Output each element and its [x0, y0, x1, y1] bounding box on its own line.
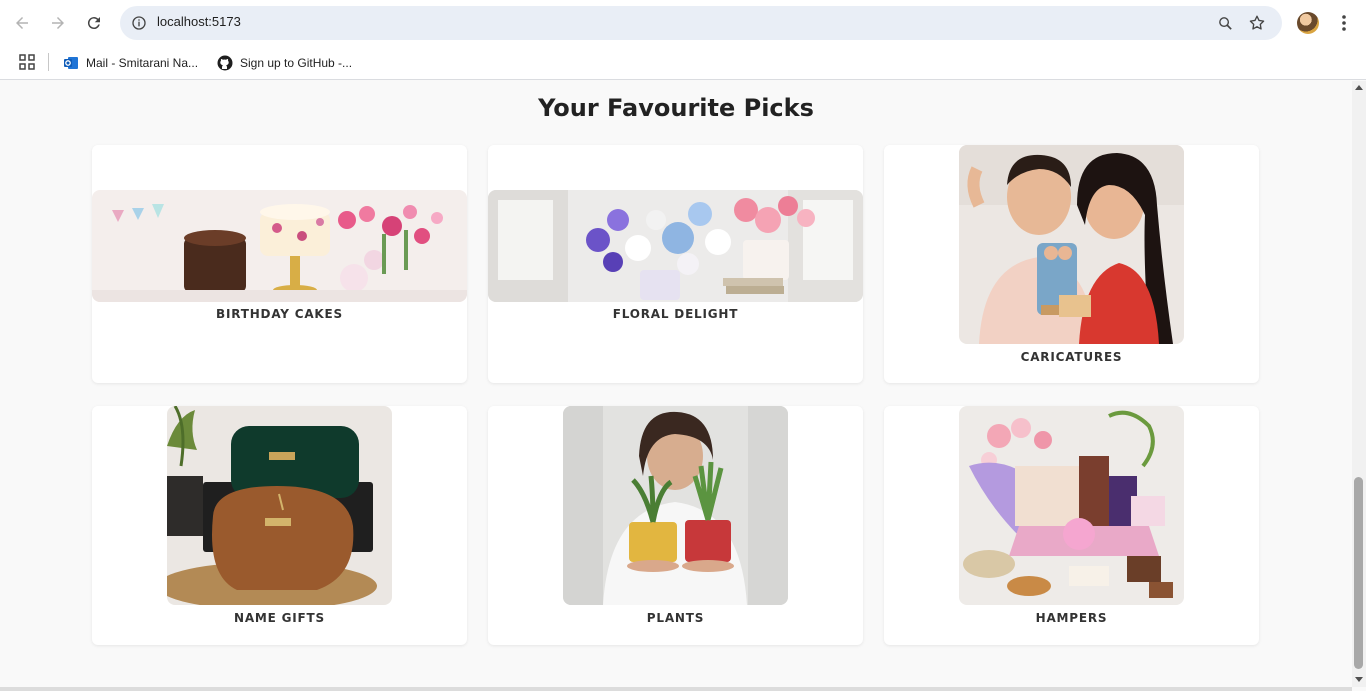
category-label[interactable]: CARICATURES: [884, 350, 1259, 364]
plants-image: [563, 406, 788, 605]
bookmark-mail[interactable]: Mail - Smitarani Na...: [63, 51, 198, 75]
back-button[interactable]: [9, 10, 35, 36]
category-label[interactable]: FLORAL DELIGHT: [488, 307, 863, 321]
category-label[interactable]: BIRTHDAY CAKES: [92, 307, 467, 321]
scroll-down-arrow-icon[interactable]: [1355, 677, 1363, 682]
profile-avatar[interactable]: [1297, 12, 1319, 34]
outlook-icon: [63, 55, 79, 71]
category-card-floral-delight[interactable]: FLORAL DELIGHT: [488, 145, 863, 383]
browser-menu-icon[interactable]: [1333, 11, 1355, 35]
hampers-image: [959, 406, 1184, 605]
birthday-cakes-image: [92, 190, 467, 302]
scroll-up-arrow-icon[interactable]: [1355, 85, 1363, 90]
forward-button[interactable]: [45, 10, 71, 36]
arrow-left-icon: [16, 17, 28, 29]
bookmark-label: Sign up to GitHub -...: [240, 56, 353, 70]
bookmark-github[interactable]: Sign up to GitHub -...: [217, 51, 352, 75]
category-card-name-gifts[interactable]: NAME GIFTS: [92, 406, 467, 645]
category-card-caricatures[interactable]: CARICATURES: [884, 145, 1259, 383]
bookmark-label: Mail - Smitarani Na...: [86, 56, 199, 70]
category-card-hampers[interactable]: HAMPERS: [884, 406, 1259, 645]
browser-toolbar: localhost:5173: [0, 0, 1366, 46]
reload-button[interactable]: [81, 10, 107, 36]
category-card-plants[interactable]: PLANTS: [488, 406, 863, 645]
floral-delight-image: [488, 190, 863, 302]
github-icon: [217, 55, 233, 71]
bookmarks-bar: Mail - Smitarani Na... Sign up to GitHub…: [0, 46, 1366, 80]
apps-grid-icon[interactable]: [17, 52, 37, 72]
name-gifts-image: [167, 406, 392, 605]
arrow-right-icon: [52, 17, 64, 29]
page-content: Your Favourite Picks BIRTHDAY CAKES FLOR…: [0, 81, 1352, 687]
category-card-birthday-cakes[interactable]: BIRTHDAY CAKES: [92, 145, 467, 383]
reload-icon: [87, 17, 100, 30]
site-info-icon[interactable]: [128, 12, 150, 34]
bookmark-star-icon[interactable]: [1246, 12, 1268, 34]
zoom-icon[interactable]: [1214, 12, 1236, 34]
category-label[interactable]: NAME GIFTS: [92, 611, 467, 625]
scrollbar-thumb[interactable]: [1354, 477, 1363, 669]
horizontal-scrollbar[interactable]: [0, 687, 1352, 691]
address-bar[interactable]: localhost:5173: [120, 6, 1282, 40]
bookmarks-separator: [48, 53, 49, 71]
page-scrollbar[interactable]: [1352, 81, 1366, 687]
category-label[interactable]: PLANTS: [488, 611, 863, 625]
caricatures-image: [959, 145, 1184, 344]
section-title: Your Favourite Picks: [538, 94, 814, 122]
category-label[interactable]: HAMPERS: [884, 611, 1259, 625]
url-text[interactable]: localhost:5173: [157, 14, 241, 29]
